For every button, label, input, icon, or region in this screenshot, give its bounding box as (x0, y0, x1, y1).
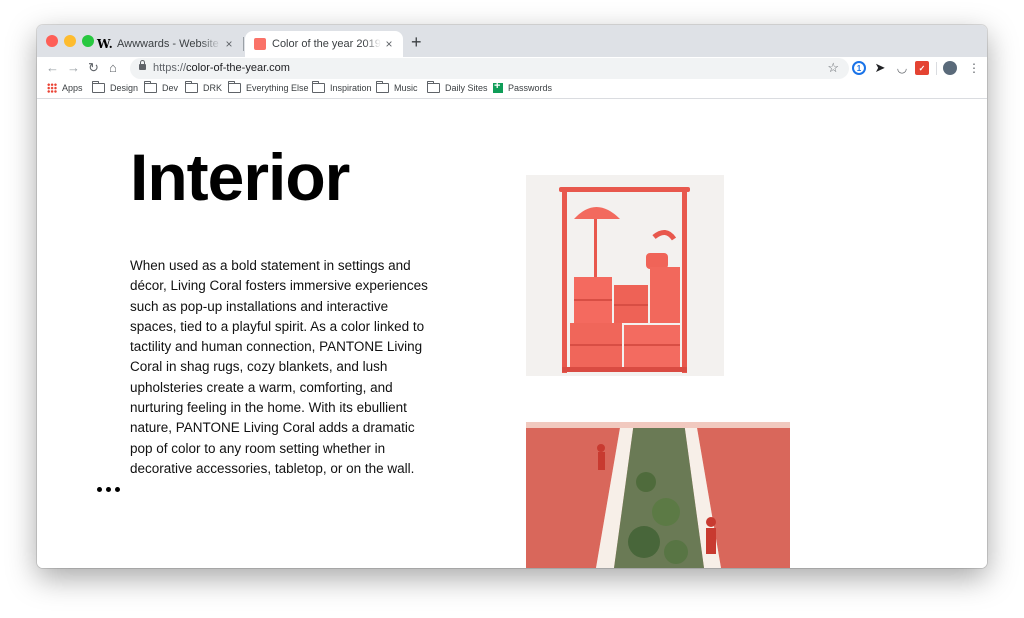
browser-window: W. Awwwards - Website Awards - × Color o… (37, 25, 987, 568)
kebab-menu-icon[interactable]: ⋮ (967, 61, 981, 75)
todoist-extension-icon[interactable]: ✓ (915, 61, 929, 75)
pantone-favicon-icon (254, 38, 266, 50)
folder-icon (144, 81, 157, 93)
minimize-window-button[interactable] (64, 35, 76, 47)
google-sheets-icon (493, 80, 503, 93)
bookmark-dev[interactable]: Dev (144, 81, 178, 93)
tab-close-icon[interactable]: × (221, 37, 237, 51)
tab-separator (243, 37, 244, 51)
bookmark-music[interactable]: Music (376, 81, 418, 93)
page-content: Interior When used as a bold statement i… (37, 99, 987, 568)
forward-icon[interactable]: → (67, 60, 80, 76)
reload-icon[interactable]: ↻ (88, 60, 99, 76)
folder-icon (427, 81, 440, 93)
back-icon[interactable]: ← (46, 60, 59, 76)
lock-icon (139, 60, 146, 70)
tab-title: Awwwards - Website Awards - (117, 38, 221, 50)
tab-title: Color of the year 2019 — PANTONE (272, 38, 381, 50)
bookmarks-bar: Apps Design Dev DRK Everything Else Insp… (37, 80, 987, 99)
body-paragraph: When used as a bold statement in setting… (130, 258, 428, 476)
folder-icon (92, 81, 105, 93)
tab-strip: W. Awwwards - Website Awards - × Color o… (37, 25, 987, 57)
coral-luggage-cart-image (526, 175, 724, 376)
cursor-extension-icon[interactable]: ➤ (873, 60, 887, 75)
apps-grid-icon (47, 83, 57, 93)
onepassword-extension-icon[interactable]: 1 (852, 61, 866, 75)
close-window-button[interactable] (46, 35, 58, 47)
browser-toolbar: ← → ↻ ⌂ https://color-of-the-year.com ☆ … (37, 57, 987, 81)
extensions-separator (936, 62, 937, 75)
pocket-extension-icon[interactable]: ◡ (895, 61, 909, 75)
page-title: Interior (130, 140, 350, 214)
bookmark-apps[interactable]: Apps (47, 83, 83, 93)
bookmark-star-icon[interactable]: ☆ (827, 60, 839, 76)
tab-color-of-the-year[interactable]: Color of the year 2019 — PANTONE × (245, 31, 403, 57)
tab-close-icon[interactable]: × (381, 37, 397, 51)
tab-awwwards[interactable]: W. Awwwards - Website Awards - × (91, 31, 243, 57)
folder-icon (376, 81, 389, 93)
address-bar[interactable]: https://color-of-the-year.com ☆ (130, 58, 849, 79)
home-icon[interactable]: ⌂ (109, 60, 117, 76)
bookmark-passwords[interactable]: Passwords (493, 80, 552, 93)
bookmark-inspiration[interactable]: Inspiration (312, 81, 372, 93)
coral-corridor-image (526, 422, 790, 568)
bookmark-design[interactable]: Design (92, 81, 138, 93)
awwwards-favicon-icon: W. (97, 37, 113, 51)
bookmark-drk[interactable]: DRK (185, 81, 222, 93)
folder-icon (228, 81, 241, 93)
profile-avatar[interactable] (943, 61, 957, 75)
url-text[interactable]: https://color-of-the-year.com (153, 62, 290, 74)
more-options-icon[interactable] (97, 487, 120, 492)
folder-icon (312, 81, 325, 93)
bookmark-daily-sites[interactable]: Daily Sites (427, 81, 488, 93)
folder-icon (185, 81, 198, 93)
bookmark-everything-else[interactable]: Everything Else (228, 81, 309, 93)
new-tab-button[interactable]: + (411, 33, 422, 51)
